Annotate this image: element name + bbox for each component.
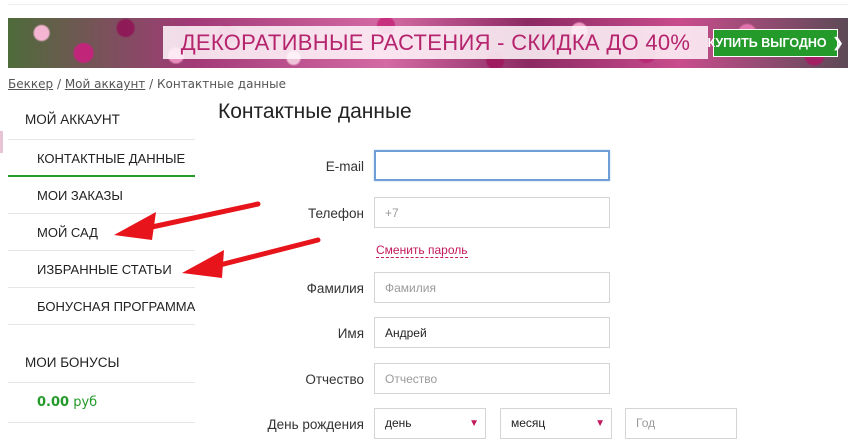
arrow-to-favorite-articles	[182, 237, 321, 278]
bonus-balance: 0.00 руб	[8, 383, 195, 423]
middle-name-field[interactable]	[374, 363, 610, 394]
change-password-link[interactable]: Сменить пароль	[376, 243, 468, 258]
birthday-month-select[interactable]: месяц ▼	[500, 408, 612, 439]
sidebar-item-bonus-program[interactable]: БОНУСНАЯ ПРОГРАММА	[8, 288, 195, 325]
sidebar-item-my-garden[interactable]: МОЙ САД	[8, 214, 195, 251]
birthday-day-select[interactable]: день ▼	[374, 408, 486, 439]
banner-text: ДЕКОРАТИВНЫЕ РАСТЕНИЯ - СКИДКА ДО 40%	[180, 30, 691, 55]
chevron-down-icon: ▼	[595, 418, 605, 429]
phone-field[interactable]	[374, 197, 610, 228]
first-name-field[interactable]	[374, 317, 610, 348]
chevron-down-icon: ▼	[469, 418, 479, 429]
buy-profitably-label: КУПИТЬ ВЫГОДНО	[707, 36, 827, 50]
last-name-field[interactable]	[374, 272, 610, 303]
sidebar-item-favorite-articles[interactable]: ИЗБРАННЫЕ СТАТЬИ	[8, 251, 195, 288]
chevron-right-icon: ❯	[832, 35, 844, 50]
birthday-month-value: месяц	[511, 416, 546, 430]
first-name-label: Имя	[337, 326, 364, 341]
account-sidebar: МОЙ АККАУНТ КОНТАКТНЫЕ ДАННЫЕ МОИ ЗАКАЗЫ…	[8, 100, 195, 423]
phone-label: Телефон	[307, 206, 364, 221]
sidebar-heading-bonuses[interactable]: МОИ БОНУСЫ	[8, 343, 195, 383]
bonus-currency: руб	[73, 395, 98, 410]
breadcrumb-separator: /	[56, 77, 61, 91]
page-title: Контактные данные	[218, 100, 412, 123]
birthday-day-value: день	[385, 416, 412, 430]
email-field[interactable]	[374, 150, 610, 181]
middle-name-label: Отчество	[305, 372, 364, 387]
breadcrumb: Беккер / Мой аккаунт / Контактные данные	[8, 77, 286, 91]
breadcrumb-link-account[interactable]: Мой аккаунт	[65, 77, 145, 91]
top-divider	[8, 4, 848, 5]
sidebar-item-my-orders[interactable]: МОИ ЗАКАЗЫ	[8, 177, 195, 214]
last-name-label: Фамилия	[306, 281, 364, 296]
breadcrumb-separator: /	[149, 77, 154, 91]
sidebar-edge-marker	[0, 131, 3, 153]
sidebar-item-contact-data[interactable]: КОНТАКТНЫЕ ДАННЫЕ	[8, 140, 195, 177]
sidebar-heading-account[interactable]: МОЙ АККАУНТ	[8, 100, 195, 140]
birthday-year-placeholder: Год	[636, 416, 656, 430]
buy-profitably-button[interactable]: КУПИТЬ ВЫГОДНО ❯	[707, 29, 844, 57]
birthday-year-field[interactable]: Год	[625, 408, 737, 439]
breadcrumb-link-home[interactable]: Беккер	[8, 77, 53, 91]
email-label: E-mail	[325, 159, 364, 174]
breadcrumb-current: Контактные данные	[156, 77, 286, 91]
bonus-amount: 0.00	[37, 395, 70, 410]
